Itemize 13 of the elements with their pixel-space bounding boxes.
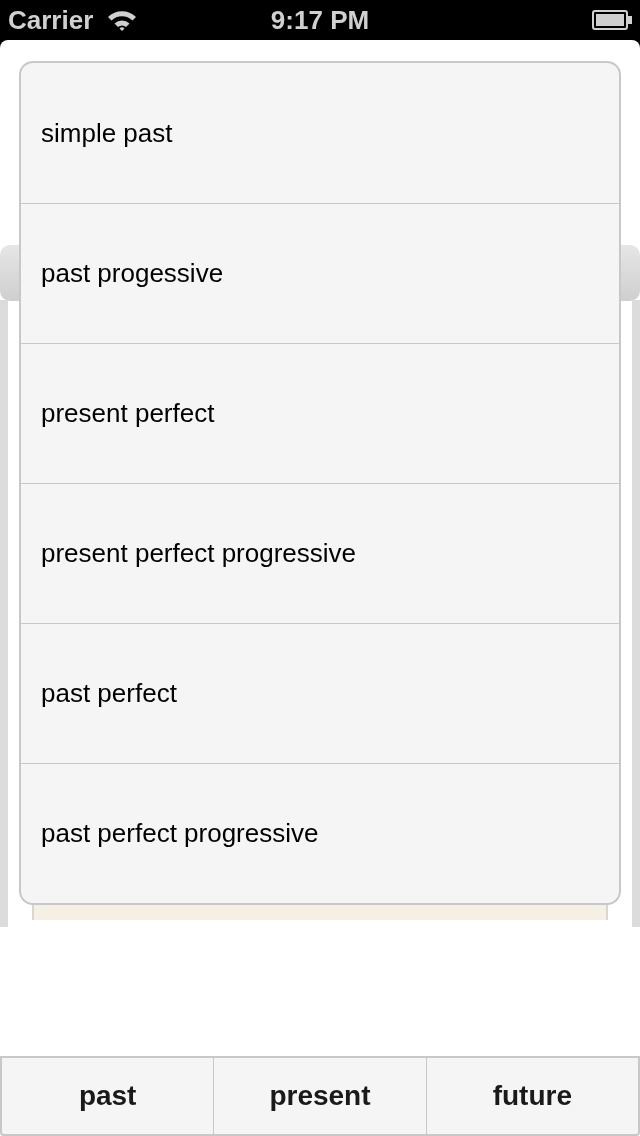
wifi-icon [107,9,138,31]
menu-item[interactable]: past progessive [21,203,619,343]
clock-time: 9:17 PM [270,7,370,33]
battery-icon [592,10,632,30]
menu-item[interactable]: present perfect progressive [21,483,619,623]
menu-item[interactable]: past perfect [21,623,619,763]
tense-button[interactable]: future [425,1056,640,1136]
tense-button[interactable]: past [0,1056,214,1136]
menu-item[interactable]: simple past [21,63,619,203]
menu-item[interactable]: present perfect [21,343,619,483]
menu-item[interactable]: past perfect progressive [21,763,619,903]
tense-button[interactable]: present [213,1056,426,1136]
carrier-label: Carrier [8,7,94,33]
